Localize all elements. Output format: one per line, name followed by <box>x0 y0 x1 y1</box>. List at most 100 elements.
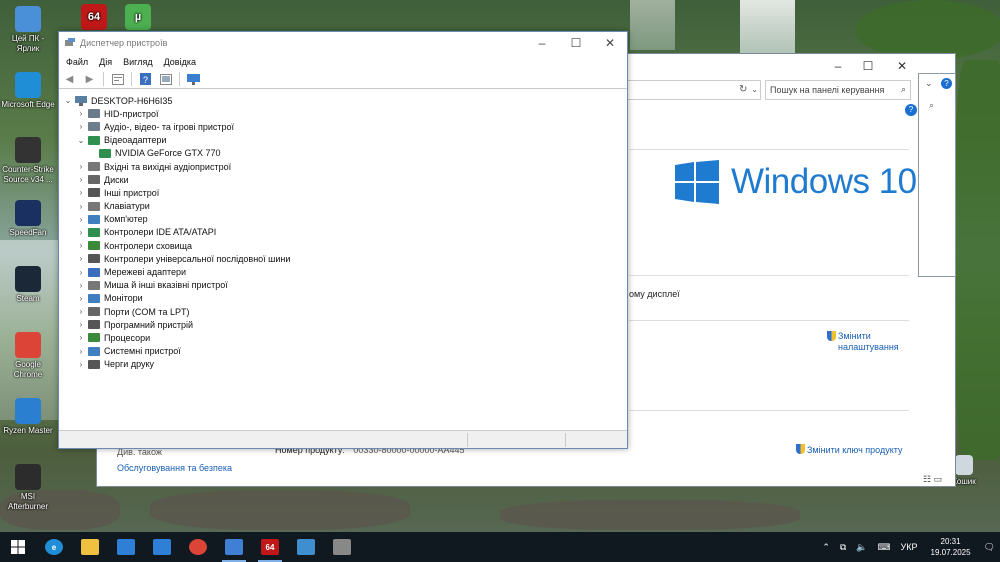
notifications-icon[interactable]: 🗨 <box>979 542 1000 553</box>
help-icon[interactable]: ? <box>941 78 952 89</box>
tree-category[interactable]: › Миша й інші вказівні пристрої <box>59 279 627 292</box>
chevron-right-icon[interactable]: › <box>76 347 86 356</box>
tree-category[interactable]: › Диски <box>59 173 627 186</box>
tree-category[interactable]: › Черги друку <box>59 358 627 371</box>
tree-category[interactable]: › Аудіо-, відео- та ігрові пристрої <box>59 120 627 133</box>
tree-root[interactable]: ⌄ DESKTOP-H6H6I35 <box>59 94 627 107</box>
background-window[interactable]: ⌄ ? ⌕ <box>918 73 956 277</box>
tree-child-item[interactable]: NVIDIA GeForce GTX 770 <box>59 147 627 160</box>
tree-category[interactable]: › Програмний пристрій <box>59 318 627 331</box>
taskbar-start-button[interactable] <box>0 532 36 562</box>
chevron-up-icon[interactable]: ⌃ <box>817 542 835 553</box>
chevron-right-icon[interactable]: › <box>76 333 86 342</box>
chevron-right-icon[interactable]: › <box>76 360 86 369</box>
tree-category[interactable]: › Системні пристрої <box>59 345 627 358</box>
scan-hardware-icon[interactable] <box>185 72 202 87</box>
desktop-icon-this-pc[interactable]: Цей ПК - Ярлик <box>0 6 56 54</box>
tree-category[interactable]: › Комп'ютер <box>59 213 627 226</box>
tree-category[interactable]: › Контролери IDE ATA/ATAPI <box>59 226 627 239</box>
search-input[interactable]: Пошук на панелі керування ⌕ <box>765 80 911 100</box>
chevron-down-icon[interactable]: ⌄ <box>751 85 758 94</box>
tree-category[interactable]: › Мережеві адаптери <box>59 265 627 278</box>
chevron-right-icon[interactable]: › <box>76 162 86 171</box>
desktop-icon-steam[interactable]: Steam <box>0 266 56 304</box>
tree-category[interactable]: › Порти (COM та LPT) <box>59 305 627 318</box>
desktop-icon-edge[interactable]: Microsoft Edge <box>0 72 56 110</box>
tree-category[interactable]: › Контролери універсальної послідовної ши… <box>59 252 627 265</box>
tree-category[interactable]: › Клавіатури <box>59 200 627 213</box>
keyboard-icon[interactable]: ⌨ <box>873 542 896 553</box>
network-icon[interactable]: ⧉ <box>835 542 851 553</box>
taskbar-explorer-button[interactable] <box>72 532 108 562</box>
menu-item-0[interactable]: Файл <box>62 57 95 67</box>
volume-icon[interactable]: 🔈 <box>851 542 872 553</box>
chevron-down-icon[interactable]: ⌄ <box>63 96 73 105</box>
desktop-icon-msi-afterburner[interactable]: MSI Afterburner <box>0 464 56 512</box>
tree-category[interactable]: › HID-пристрої <box>59 107 627 120</box>
chevron-right-icon[interactable]: › <box>76 122 86 131</box>
taskbar-chrome-button[interactable] <box>180 532 216 562</box>
maximize-button[interactable]: ☐ <box>559 32 593 54</box>
desktop-icon-ryzen-master[interactable]: Ryzen Master <box>0 398 56 436</box>
chevron-down-icon[interactable]: ⌄ <box>925 78 933 89</box>
tree-category[interactable]: › Монітори <box>59 292 627 305</box>
help-icon[interactable]: ? <box>137 72 154 87</box>
refresh-icon[interactable]: ↻ <box>739 84 747 95</box>
desktop-icon-speedfan[interactable]: SpeedFan <box>0 200 56 238</box>
update-driver-icon[interactable] <box>157 72 174 87</box>
back-arrow-icon[interactable]: ◀ <box>61 72 78 87</box>
tree-category[interactable]: › Процесори <box>59 331 627 344</box>
chevron-right-icon[interactable]: › <box>76 268 86 277</box>
chevron-right-icon[interactable]: › <box>76 320 86 329</box>
desktop-icon-label: Counter-Strike Source v34 ... <box>2 165 54 184</box>
chevron-right-icon[interactable]: › <box>76 241 86 250</box>
maximize-button[interactable]: ☐ <box>852 58 884 74</box>
chevron-right-icon[interactable]: › <box>76 294 86 303</box>
tree-category[interactable]: ⌄ Відеоадаптери <box>59 134 627 147</box>
chevron-right-icon[interactable]: › <box>76 109 86 118</box>
device-tree[interactable]: ⌄ DESKTOP-H6H6I35 › HID-пристрої › Аудіо-, … <box>59 91 627 430</box>
taskbar-mail-button[interactable] <box>144 532 180 562</box>
language-indicator[interactable]: УКР <box>896 542 923 552</box>
taskbar-store-button[interactable] <box>108 532 144 562</box>
menu-item-3[interactable]: Довідка <box>160 57 203 67</box>
chevron-right-icon[interactable]: › <box>76 228 86 237</box>
clock[interactable]: 20:31 19.07.2025 <box>923 536 979 558</box>
menu-item-1[interactable]: Дія <box>95 57 119 67</box>
minimize-button[interactable]: – <box>822 58 854 74</box>
taskbar-device-manager-button[interactable] <box>324 532 360 562</box>
close-button[interactable]: ✕ <box>593 32 627 54</box>
security-link[interactable]: Обслуговування та безпека <box>117 463 232 473</box>
help-icon[interactable]: ? <box>905 104 917 116</box>
taskbar-paint-button[interactable] <box>216 532 252 562</box>
chevron-right-icon[interactable]: › <box>76 307 86 316</box>
chevron-right-icon[interactable]: › <box>76 281 86 290</box>
chevron-right-icon[interactable]: › <box>76 175 86 184</box>
close-button[interactable]: ✕ <box>886 58 918 74</box>
tree-item-label: Інші пристрої <box>104 187 160 198</box>
chevron-right-icon[interactable]: › <box>76 254 86 263</box>
taskbar-control-panel-button[interactable] <box>288 532 324 562</box>
tree-item-label: Контролери IDE ATA/ATAPI <box>104 227 217 238</box>
minimize-button[interactable]: – <box>525 32 559 54</box>
taskbar-aida64-button[interactable]: 64 <box>252 532 288 562</box>
chevron-right-icon[interactable]: › <box>76 202 86 211</box>
menu-item-2[interactable]: Вигляд <box>119 57 160 67</box>
change-settings-link[interactable]: Змінити налаштування <box>827 331 918 353</box>
change-key-link[interactable]: Змінити ключ продукту <box>796 444 903 455</box>
chevron-down-icon[interactable]: ⌄ <box>76 136 86 145</box>
properties-icon[interactable] <box>109 72 126 87</box>
desktop-icon-chrome[interactable]: Google Chrome <box>0 332 56 380</box>
chevron-right-icon[interactable]: › <box>76 188 86 197</box>
forward-arrow-icon[interactable]: ▶ <box>81 72 98 87</box>
desktop-icon-utorrent[interactable]: µ <box>110 4 166 32</box>
search-icon[interactable]: ⌕ <box>929 100 934 111</box>
desktop-icon-counter-strike[interactable]: Counter-Strike Source v34 ... <box>0 137 56 185</box>
tree-category[interactable]: › Контролери сховища <box>59 239 627 252</box>
taskbar-edge-button[interactable]: e <box>36 532 72 562</box>
view-toggle-icon[interactable]: ☷ ▭ <box>923 474 942 485</box>
tree-category[interactable]: › Інші пристрої <box>59 186 627 199</box>
device-manager-window[interactable]: Диспетчер пристроїв – ☐ ✕ Файл Дія Вигляд Д… <box>58 31 628 449</box>
chevron-right-icon[interactable]: › <box>76 215 86 224</box>
tree-category[interactable]: › Вхідні та вихідні аудіопристрої <box>59 160 627 173</box>
